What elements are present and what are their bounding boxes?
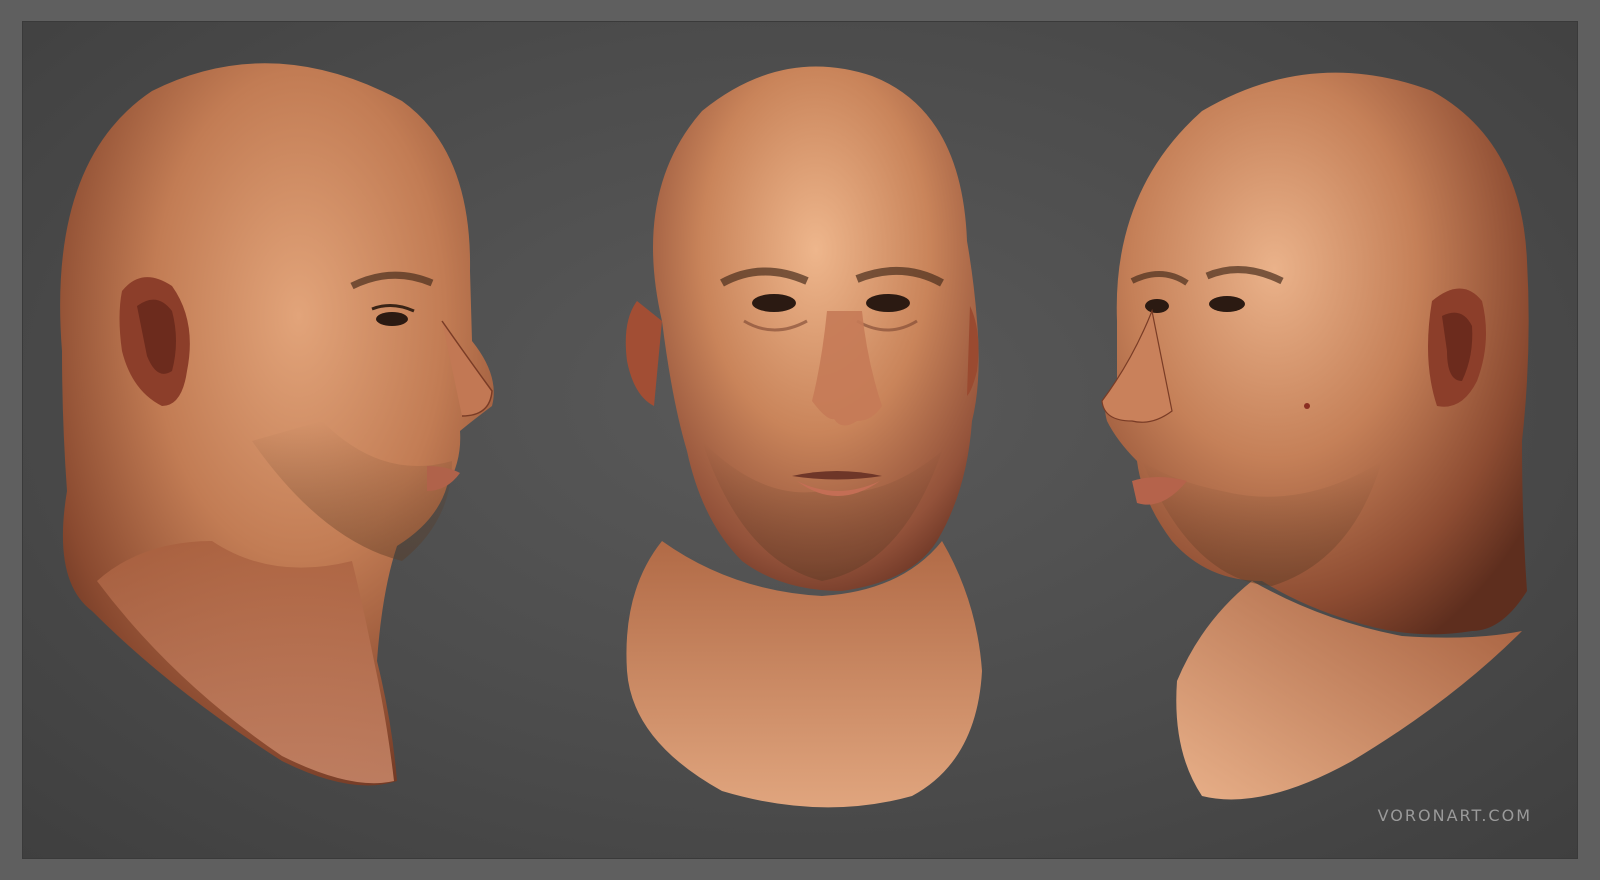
- eye-right: [866, 294, 910, 312]
- watermark-text: VORONART.COM: [1377, 806, 1532, 825]
- head-three-quarter-left-facing: [1101, 72, 1529, 800]
- eye-left: [752, 294, 796, 312]
- head-front-view: [625, 66, 982, 808]
- head-profile-right-facing: [60, 63, 494, 786]
- render-viewport: VORONART.COM: [22, 21, 1578, 859]
- head-renders: [60, 63, 1529, 808]
- image-frame: VORONART.COM: [0, 0, 1600, 880]
